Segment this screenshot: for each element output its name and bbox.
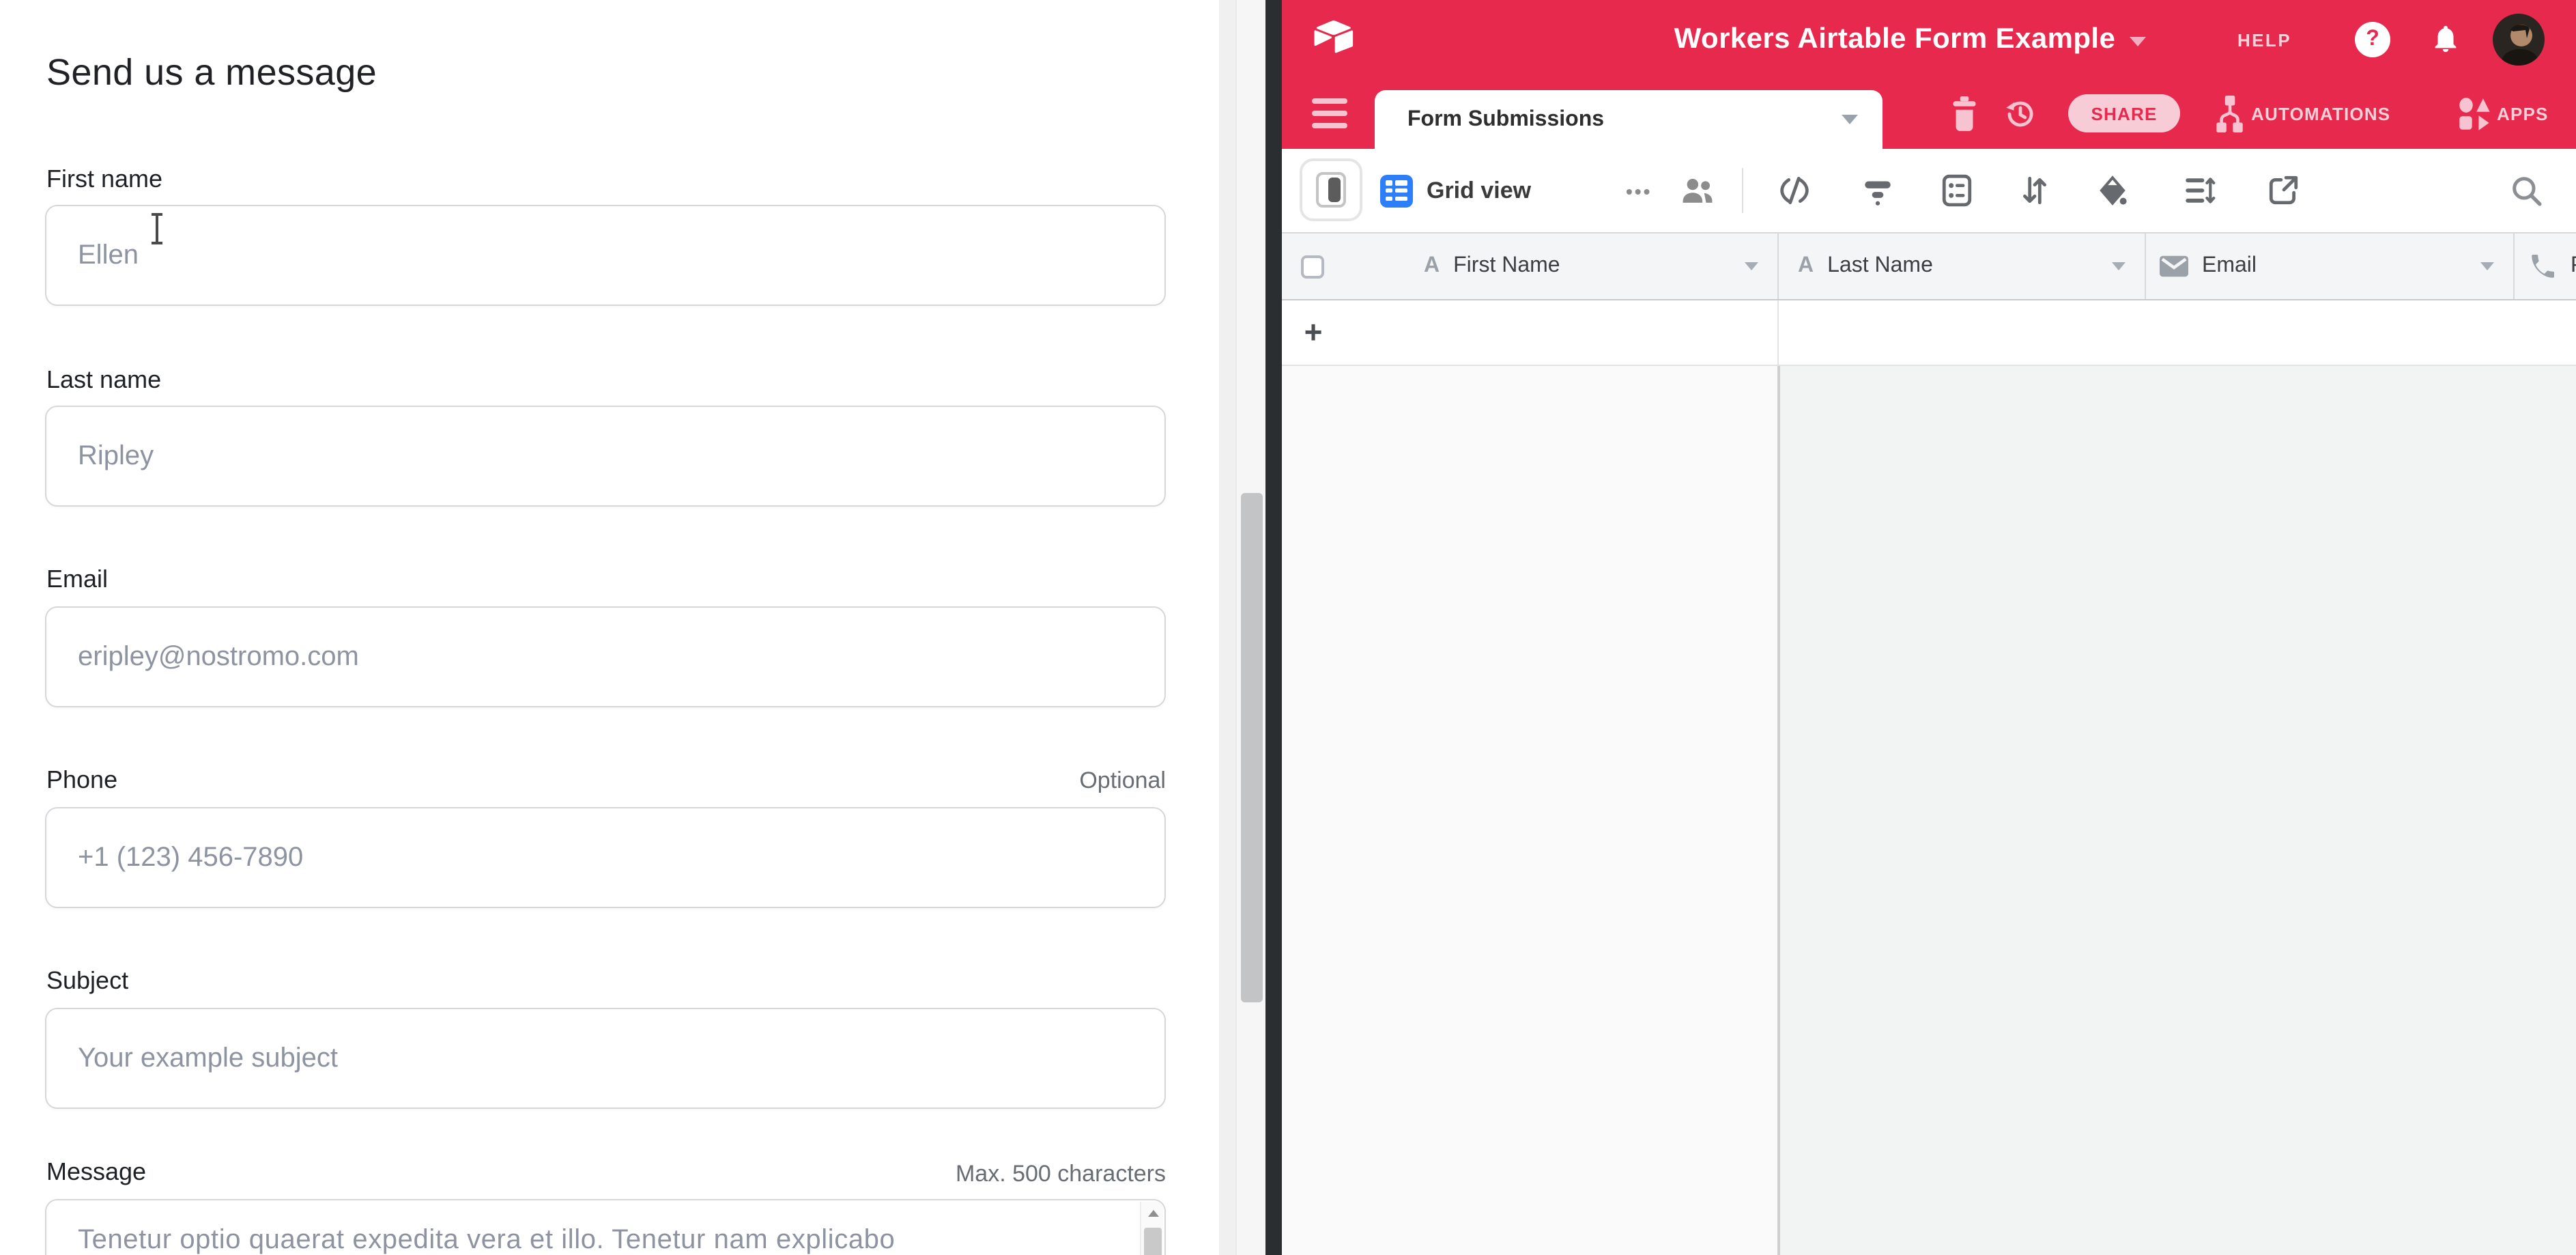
message-text: Tenetur optio quaerat expedita vera et i… (78, 1225, 1108, 1255)
apps-label[interactable]: APPS (2497, 79, 2549, 149)
help-circle-icon[interactable]: ? (2355, 22, 2390, 57)
column-header-last-name[interactable]: A Last Name (1779, 234, 2146, 299)
subject-input[interactable] (45, 1008, 1166, 1109)
trash-icon[interactable] (1947, 96, 1982, 132)
hide-fields-icon[interactable] (1777, 173, 1812, 208)
grid-empty-area-right (1780, 366, 2576, 1255)
view-toolbar: Grid view ••• (1282, 149, 2576, 232)
form-scrollbar-thumb[interactable] (1241, 493, 1263, 1002)
table-tab-form-submissions[interactable]: Form Submissions (1375, 90, 1883, 149)
column-name: Phone (2571, 254, 2576, 279)
phone-field-type-icon (2528, 252, 2557, 281)
email-field-type-icon (2160, 255, 2188, 277)
base-title: Workers Airtable Form Example (1674, 23, 2116, 56)
filter-icon[interactable] (1861, 173, 1895, 208)
sidebar-panel-icon (1316, 172, 1346, 208)
view-options-ellipsis[interactable]: ••• (1626, 149, 1652, 232)
add-record-row[interactable]: + (1282, 300, 2576, 366)
last-name-input[interactable] (45, 406, 1166, 507)
divider (1777, 300, 1779, 365)
airtable-topbar: Workers Airtable Form Example HELP ? (1282, 0, 2576, 79)
text-field-type-icon: A (1424, 254, 1440, 279)
divider (1742, 168, 1743, 213)
grid-view-icon (1380, 174, 1413, 207)
menu-icon[interactable] (1312, 98, 1347, 128)
text-field-type-icon: A (1798, 254, 1814, 279)
message-max-note: Max. 500 characters (45, 1161, 1166, 1188)
window-divider (1265, 0, 1282, 1255)
form-title: Send us a message (46, 52, 377, 94)
color-icon[interactable] (2095, 173, 2130, 208)
phone-input[interactable] (45, 807, 1166, 908)
row-height-icon[interactable] (2181, 173, 2216, 208)
airtable-pane: Workers Airtable Form Example HELP ? (1282, 0, 2576, 1255)
column-header-email[interactable]: Email (2146, 234, 2515, 299)
history-icon[interactable] (2001, 96, 2037, 132)
column-name: First Name (1453, 254, 1560, 279)
column-header-row: A First Name A Last Name Email (1282, 232, 2576, 300)
airtable-table-bar: Form Submissions SHARE AUTOMATIONS (1282, 79, 2576, 149)
view-name: Grid view (1427, 177, 1531, 204)
chevron-down-icon (2112, 262, 2126, 270)
share-button[interactable]: SHARE (2068, 94, 2180, 132)
base-title-button[interactable]: Workers Airtable Form Example (1555, 0, 2265, 79)
first-name-label: First name (46, 165, 162, 194)
chevron-down-icon (1842, 115, 1858, 124)
pane-gutter (1219, 0, 1235, 1255)
help-button[interactable]: HELP (2237, 0, 2291, 79)
add-record-button[interactable]: + (1298, 300, 1328, 365)
chevron-down-icon (2480, 262, 2494, 270)
collaborators-icon[interactable] (1680, 173, 1715, 208)
phone-optional-note: Optional (45, 767, 1166, 795)
airtable-logo-icon[interactable] (1312, 18, 1356, 56)
contact-form-pane: Send us a message First name Last name E… (0, 0, 1219, 1255)
share-view-icon[interactable] (2266, 173, 2300, 208)
subject-label: Subject (46, 967, 128, 996)
user-avatar[interactable] (2493, 14, 2545, 66)
column-name: Email (2202, 254, 2257, 279)
column-name: Last Name (1827, 254, 1933, 279)
scroll-up-arrow-icon[interactable] (1141, 1202, 1164, 1225)
notifications-bell-icon[interactable] (2430, 23, 2461, 55)
group-icon[interactable] (1940, 173, 1974, 208)
text-cursor-icon (147, 213, 167, 246)
message-scroll-thumb[interactable] (1144, 1228, 1162, 1255)
automations-label[interactable]: AUTOMATIONS (2251, 79, 2390, 149)
message-scrollbar[interactable] (1140, 1202, 1163, 1255)
table-tab-label: Form Submissions (1407, 107, 1604, 132)
grid-view-button[interactable]: Grid view (1380, 149, 1531, 232)
screen: Send us a message First name Last name E… (0, 0, 2576, 1255)
first-name-input[interactable] (45, 205, 1166, 306)
form-scrollbar-track[interactable] (1235, 0, 1265, 1255)
view-sidebar-toggle-button[interactable] (1300, 158, 1362, 221)
sort-icon[interactable] (2018, 173, 2052, 208)
chevron-down-icon (1745, 262, 1758, 270)
question-mark: ? (2366, 27, 2379, 52)
automations-icon[interactable] (2212, 96, 2247, 132)
chevron-down-icon (2129, 37, 2145, 46)
email-label: Email (46, 565, 108, 594)
column-header-phone[interactable]: Phone (2515, 234, 2576, 299)
email-input[interactable] (45, 606, 1166, 707)
message-textarea[interactable]: Tenetur optio quaerat expedita vera et i… (45, 1199, 1166, 1255)
grid-empty-area-left (1282, 366, 1777, 1255)
last-name-label: Last name (46, 366, 161, 395)
column-header-first-name[interactable]: A First Name (1282, 234, 1779, 299)
search-icon[interactable] (2509, 173, 2543, 208)
apps-icon[interactable] (2457, 96, 2493, 132)
